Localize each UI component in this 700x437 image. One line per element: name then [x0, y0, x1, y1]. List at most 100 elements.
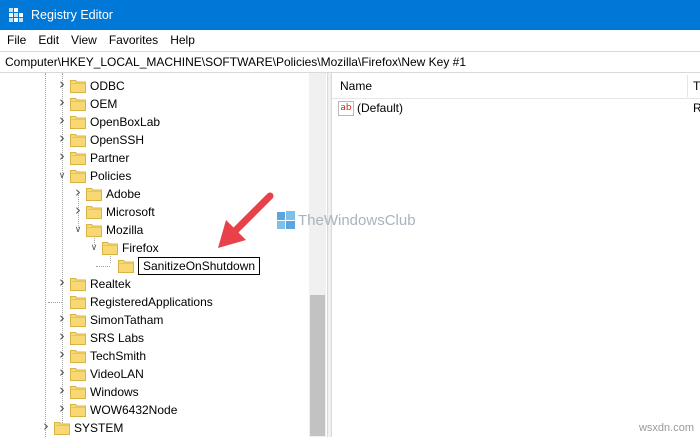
- folder-icon: [70, 402, 86, 417]
- tree-item[interactable]: › Windows: [0, 383, 309, 401]
- tree-item-label: Microsoft: [106, 205, 155, 219]
- chevron-right-icon[interactable]: ›: [72, 203, 84, 218]
- chevron-right-icon[interactable]: ›: [56, 131, 68, 146]
- tree-item-label: SRS Labs: [90, 331, 145, 345]
- tree-item-label: TechSmith: [90, 349, 147, 363]
- tree-item[interactable]: › OEM: [0, 95, 309, 113]
- tree-item[interactable]: › Partner: [0, 149, 309, 167]
- chevron-down-icon[interactable]: ∨: [56, 170, 68, 182]
- folder-icon: [70, 312, 86, 327]
- tree-item-label: OpenBoxLab: [90, 115, 161, 129]
- tree-item-label: Adobe: [106, 187, 141, 201]
- registry-icon: [9, 8, 23, 22]
- column-name-header[interactable]: Name: [340, 79, 372, 93]
- values-list[interactable]: Name T ab (Default) R: [332, 73, 700, 437]
- menu-view[interactable]: View: [65, 30, 103, 51]
- string-value-icon: ab: [338, 101, 354, 116]
- chevron-right-icon[interactable]: ›: [56, 347, 68, 362]
- tree-guide-line: [48, 302, 62, 303]
- chevron-right-icon[interactable]: ›: [56, 149, 68, 164]
- folder-icon: [86, 222, 102, 237]
- tree-item[interactable]: › VideoLAN: [0, 365, 309, 383]
- window-title: Registry Editor: [31, 8, 113, 22]
- chevron-right-icon[interactable]: ›: [72, 185, 84, 200]
- chevron-down-icon[interactable]: ∨: [88, 242, 100, 254]
- value-row[interactable]: ab (Default) R: [332, 100, 700, 118]
- column-type-header[interactable]: T: [693, 79, 700, 93]
- tree-item-label: Partner: [90, 151, 130, 165]
- folder-icon: [70, 78, 86, 93]
- menu-file[interactable]: File: [0, 30, 32, 51]
- chevron-right-icon[interactable]: ›: [56, 311, 68, 326]
- footer-watermark: wsxdn.com: [638, 422, 694, 434]
- address-path[interactable]: Computer\HKEY_LOCAL_MACHINE\SOFTWARE\Pol…: [5, 55, 466, 69]
- menu-help[interactable]: Help: [164, 30, 201, 51]
- menu-edit[interactable]: Edit: [32, 30, 65, 51]
- tree-item-label: Policies: [90, 169, 132, 183]
- folder-icon: [70, 132, 86, 147]
- tree-item-label: Firefox: [122, 241, 159, 255]
- folder-icon: [86, 186, 102, 201]
- tree-item-label: OEM: [90, 97, 118, 111]
- menu-favorites[interactable]: Favorites: [103, 30, 164, 51]
- watermark: TheWindowsClub: [276, 209, 416, 231]
- tree-item-label: WOW6432Node: [90, 403, 178, 417]
- chevron-right-icon[interactable]: ›: [56, 365, 68, 380]
- tree-item[interactable]: RegisteredApplications: [0, 293, 309, 311]
- folder-icon: [70, 366, 86, 381]
- folder-icon: [54, 420, 70, 435]
- tree-item-label: Windows: [90, 385, 139, 399]
- tree-scrollbar[interactable]: [309, 73, 326, 437]
- value-type: R: [693, 101, 700, 115]
- folder-icon: [70, 168, 86, 183]
- tree-item-label: RegisteredApplications: [90, 295, 213, 309]
- tree-item[interactable]: › SRS Labs: [0, 329, 309, 347]
- chevron-right-icon[interactable]: ›: [56, 401, 68, 416]
- folder-icon: [70, 150, 86, 165]
- tree-item[interactable]: › OpenSSH: [0, 131, 309, 149]
- tree-item-label: SimonTatham: [90, 313, 164, 327]
- key-tree[interactable]: › ODBC › OEM › OpenBoxLab › OpenSSH › Partner ∨ Pol…: [0, 73, 327, 437]
- chevron-right-icon[interactable]: ›: [40, 419, 52, 434]
- folder-icon: [102, 240, 118, 255]
- tree-item-label: VideoLAN: [90, 367, 144, 381]
- annotation-arrow-icon: [218, 192, 274, 248]
- folder-icon: [70, 330, 86, 345]
- tree-item[interactable]: › Realtek: [0, 275, 309, 293]
- folder-icon: [86, 204, 102, 219]
- tree-item-label: SYSTEM: [74, 421, 124, 435]
- chevron-right-icon[interactable]: ›: [56, 329, 68, 344]
- folder-icon: [70, 96, 86, 111]
- tree-item[interactable]: › OpenBoxLab: [0, 113, 309, 131]
- chevron-right-icon[interactable]: ›: [56, 113, 68, 128]
- watermark-text: TheWindowsClub: [298, 211, 416, 229]
- tree-item[interactable]: ∨ Policies: [0, 167, 309, 185]
- tree-scrollbar-thumb[interactable]: [310, 295, 325, 436]
- chevron-right-icon[interactable]: ›: [56, 95, 68, 110]
- chevron-down-icon[interactable]: ∨: [72, 224, 84, 236]
- chevron-right-icon[interactable]: ›: [56, 383, 68, 398]
- title-bar: Registry Editor: [0, 0, 700, 30]
- folder-icon: [70, 384, 86, 399]
- folder-icon: [70, 114, 86, 129]
- tree-guide-line: [96, 266, 110, 267]
- tree-item[interactable]: › ODBC: [0, 77, 309, 95]
- tree-item-label: OpenSSH: [90, 133, 145, 147]
- address-bar[interactable]: Computer\HKEY_LOCAL_MACHINE\SOFTWARE\Pol…: [0, 51, 700, 73]
- windows-club-logo-icon: [277, 211, 295, 229]
- tree-item-label: Mozilla: [106, 223, 144, 237]
- tree-item[interactable]: SanitizeOnShutdown: [0, 257, 309, 275]
- tree-item[interactable]: › SimonTatham: [0, 311, 309, 329]
- rename-key-input[interactable]: SanitizeOnShutdown: [138, 257, 261, 275]
- folder-icon: [70, 276, 86, 291]
- column-header: Name T: [332, 73, 700, 99]
- folder-icon: [70, 294, 86, 309]
- tree-item[interactable]: › SYSTEM: [0, 419, 309, 437]
- tree-item[interactable]: › TechSmith: [0, 347, 309, 365]
- column-separator[interactable]: [687, 75, 688, 97]
- tree-item-label: ODBC: [90, 79, 125, 93]
- chevron-right-icon[interactable]: ›: [56, 275, 68, 290]
- tree-item-label: Realtek: [90, 277, 131, 291]
- chevron-right-icon[interactable]: ›: [56, 77, 68, 92]
- value-name: (Default): [357, 101, 404, 115]
